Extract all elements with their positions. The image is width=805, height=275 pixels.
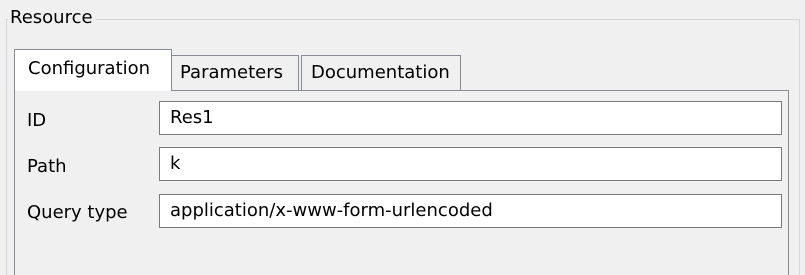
configuration-panel: ID Res1 Path k Query type application/x-…: [14, 90, 789, 275]
resource-editor: Resource Configuration Parameters Docume…: [0, 0, 805, 275]
query-type-field[interactable]: application/x-www-form-urlencoded: [159, 194, 782, 228]
path-label: Path: [27, 156, 67, 177]
tab-documentation[interactable]: Documentation: [301, 55, 461, 90]
tab-configuration[interactable]: Configuration: [14, 49, 172, 91]
id-field[interactable]: Res1: [159, 101, 782, 135]
tab-parameters[interactable]: Parameters: [171, 55, 299, 90]
id-label: ID: [27, 110, 47, 131]
query-type-label: Query type: [27, 202, 128, 223]
path-field[interactable]: k: [159, 147, 782, 181]
group-title: Resource: [8, 7, 96, 29]
